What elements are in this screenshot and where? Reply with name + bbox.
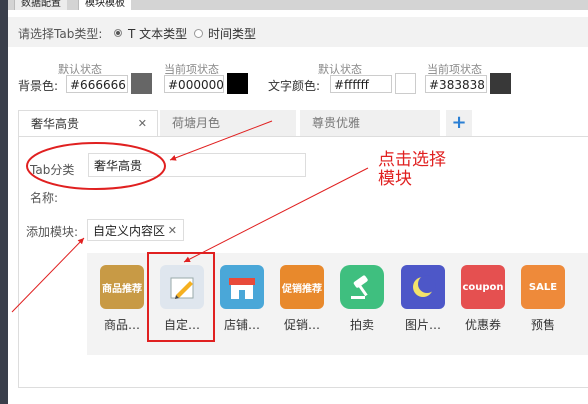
highlight-ellipse: [26, 142, 166, 190]
arrow-to-tab-name: [169, 120, 273, 161]
arrow-to-added-module: [11, 237, 85, 313]
annotation-overlay: [11, 120, 369, 342]
highlight-box: [147, 252, 215, 342]
arrow-to-module: [183, 167, 369, 263]
